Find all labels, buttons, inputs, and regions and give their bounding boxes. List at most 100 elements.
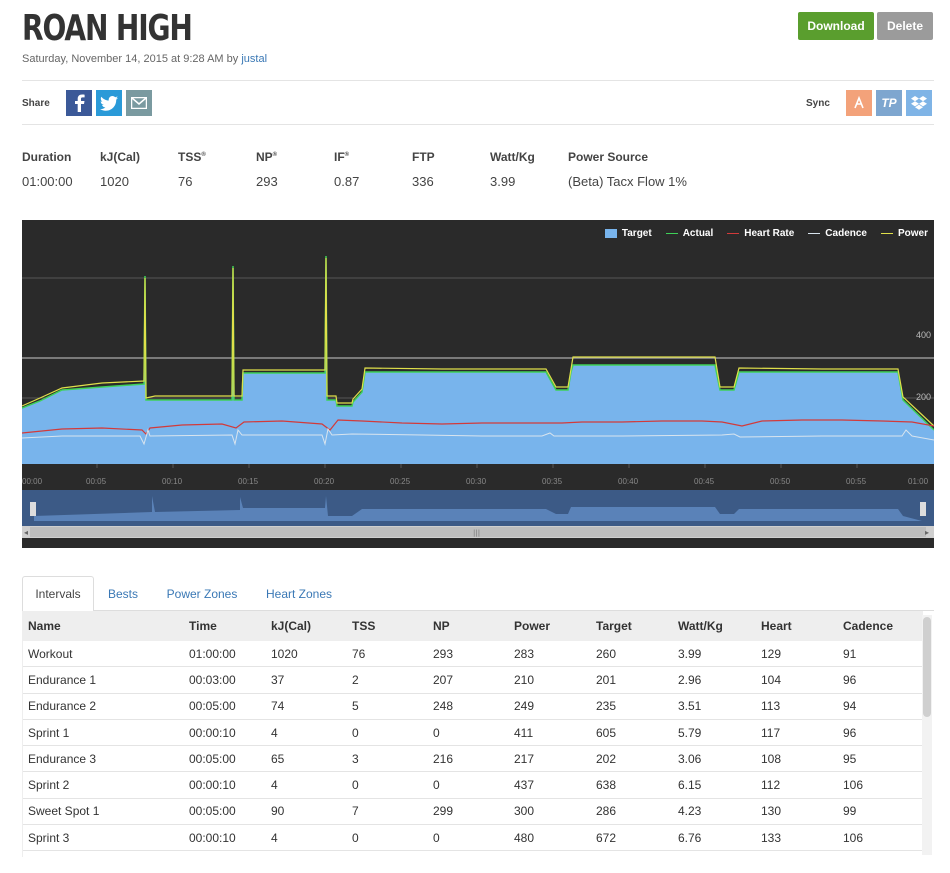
legend-cadence[interactable]: Cadence [808, 228, 867, 239]
byline: Saturday, November 14, 2015 at 9:28 AM b… [22, 53, 267, 65]
navigator-right-handle[interactable] [920, 502, 926, 516]
column-header[interactable]: Target [596, 619, 632, 633]
table-cell-time: 01:00:00 [189, 646, 236, 661]
table-cell-np: 207 [433, 672, 454, 687]
tab-heart-zones[interactable]: Heart Zones [258, 576, 340, 611]
table-cell-watt-kg: 2.96 [678, 672, 702, 687]
table-cell-kj-cal: 90 [271, 804, 285, 819]
table-cell-power: 437 [514, 778, 535, 793]
table-row[interactable]: Sprint 2 00:00:10 4 0 0 437 638 6.15 112 106 [23, 772, 923, 799]
strava-icon[interactable] [846, 90, 872, 116]
table-row[interactable]: Sprint 1 00:00:10 4 0 0 411 605 5.79 117 96 [23, 720, 923, 747]
x-tick-label: 01:00 [908, 477, 929, 486]
table-cell-name: Sprint 2 [28, 778, 70, 793]
column-header[interactable]: Name [28, 619, 61, 633]
table-cell-cadence: 106 [843, 778, 864, 793]
table-cell-heart: 133 [761, 830, 782, 845]
legend-power[interactable]: Power [880, 228, 928, 239]
stat-power-source: Power Source (Beta) Tacx Flow 1% [568, 150, 687, 189]
table-row[interactable]: Endurance 3 00:05:00 65 3 216 217 202 3.06 108 95 [23, 746, 923, 773]
table-cell-name: Endurance 1 [28, 672, 97, 687]
legend-actual[interactable]: Actual [665, 228, 713, 239]
table-cell-target: 638 [596, 778, 617, 793]
workout-chart[interactable]: ◂ ▸ ||| 400 200 00:00 00:05 00:10 00:15 … [22, 220, 934, 548]
download-button[interactable]: Download [798, 12, 874, 40]
x-tick-label: 00:15 [238, 477, 259, 486]
legend-swatch [808, 232, 821, 235]
table-row[interactable]: Sprint 3 00:00:10 4 0 0 480 672 6.76 133 106 [23, 825, 923, 852]
table-cell-power: 283 [514, 646, 535, 661]
stat-value: 3.99 [490, 174, 516, 189]
table-cell-target: 605 [596, 725, 617, 740]
legend-target[interactable]: Target [604, 228, 652, 239]
table-scrollbar[interactable] [922, 615, 932, 855]
scroll-right-arrow[interactable]: ▸ [925, 528, 929, 537]
stat-label: TSS® [178, 150, 206, 164]
stat-duration: Duration 01:00:00 [22, 150, 73, 189]
table-cell-name: Sprint 1 [28, 725, 70, 740]
table-row[interactable]: Sweet Spot 1 00:05:00 90 7 299 300 286 4.23 130 9… [23, 799, 923, 826]
column-header[interactable]: Power [514, 619, 550, 633]
table-cell-kj-cal: 74 [271, 699, 285, 714]
table-cell-tss: 2 [352, 672, 359, 687]
table-cell-cadence: 95 [843, 751, 857, 766]
stat-value: 293 [256, 174, 278, 189]
tab-bests[interactable]: Bests [100, 576, 146, 611]
x-tick-label: 00:55 [846, 477, 867, 486]
table-cell-heart: 117 [761, 725, 781, 740]
table-cell-np: 0 [433, 778, 440, 793]
stat-kj: kJ(Cal) 1020 [100, 150, 140, 189]
column-header[interactable]: Watt/Kg [678, 619, 723, 633]
stat-label: NP® [256, 150, 278, 164]
table-cell-target: 235 [596, 699, 617, 714]
column-header[interactable]: kJ(Cal) [271, 619, 311, 633]
stat-label: Power Source [568, 150, 649, 164]
table-body: Workout 01:00:00 1020 76 293 283 260 3.99 129 91 E… [23, 641, 934, 852]
stat-value: 01:00:00 [22, 174, 73, 189]
x-tick-label: 00:10 [162, 477, 183, 486]
facebook-icon[interactable] [66, 90, 92, 116]
column-header[interactable]: TSS [352, 619, 375, 633]
twitter-icon[interactable] [96, 90, 122, 116]
table-cell-watt-kg: 6.15 [678, 778, 702, 793]
legend-heart-rate[interactable]: Heart Rate [727, 228, 794, 239]
sync-label: Sync [806, 98, 830, 109]
x-tick-label: 00:30 [466, 477, 487, 486]
table-cell-heart: 108 [761, 751, 782, 766]
table-cell-np: 0 [433, 830, 440, 845]
table-row[interactable]: Endurance 2 00:05:00 74 5 248 249 235 3.51 113 94 [23, 694, 923, 720]
column-header[interactable]: Heart [761, 619, 792, 633]
table-cell-np: 248 [433, 699, 454, 714]
email-icon[interactable] [126, 90, 152, 116]
x-tick-label: 00:40 [618, 477, 639, 486]
table-cell-kj-cal: 4 [271, 778, 278, 793]
table-cell-kj-cal: 65 [271, 751, 285, 766]
workout-date: Saturday, November 14, 2015 at 9:28 AM b… [22, 53, 239, 65]
delete-button[interactable]: Delete [877, 12, 933, 40]
table-cell-tss: 5 [352, 699, 359, 714]
table-cell-power: 217 [514, 751, 535, 766]
tab-power-zones[interactable]: Power Zones [158, 576, 246, 611]
legend-swatch [604, 229, 617, 238]
table-cell-tss: 0 [352, 778, 359, 793]
author-link[interactable]: justal [241, 53, 267, 65]
stat-label: Watt/Kg [490, 150, 535, 164]
stat-label: kJ(Cal) [100, 150, 141, 164]
table-row[interactable]: Endurance 1 00:03:00 37 2 207 210 201 2.96 104 96 [23, 667, 923, 694]
scroll-left-arrow[interactable]: ◂ [24, 528, 28, 537]
dropbox-icon[interactable] [906, 90, 932, 116]
table-cell-time: 00:03:00 [189, 672, 236, 687]
table-scroll-thumb[interactable] [923, 617, 931, 717]
tab-intervals[interactable]: Intervals [22, 576, 94, 612]
column-header[interactable]: Cadence [843, 619, 893, 633]
trainingpeaks-icon[interactable]: TP [876, 90, 902, 116]
table-row[interactable]: Workout 01:00:00 1020 76 293 283 260 3.99 129 91 [23, 641, 923, 668]
table-header: Name Time kJ(Cal) TSS NP Power Target Wa… [23, 611, 923, 641]
navigator-left-handle[interactable] [30, 502, 36, 516]
table-cell-watt-kg: 3.51 [678, 699, 702, 714]
x-tick-label: 00:25 [390, 477, 411, 486]
column-header[interactable]: NP [433, 619, 450, 633]
table-cell-np: 299 [433, 804, 454, 819]
column-header[interactable]: Time [189, 619, 217, 633]
scroll-grip[interactable]: ||| [473, 529, 480, 537]
